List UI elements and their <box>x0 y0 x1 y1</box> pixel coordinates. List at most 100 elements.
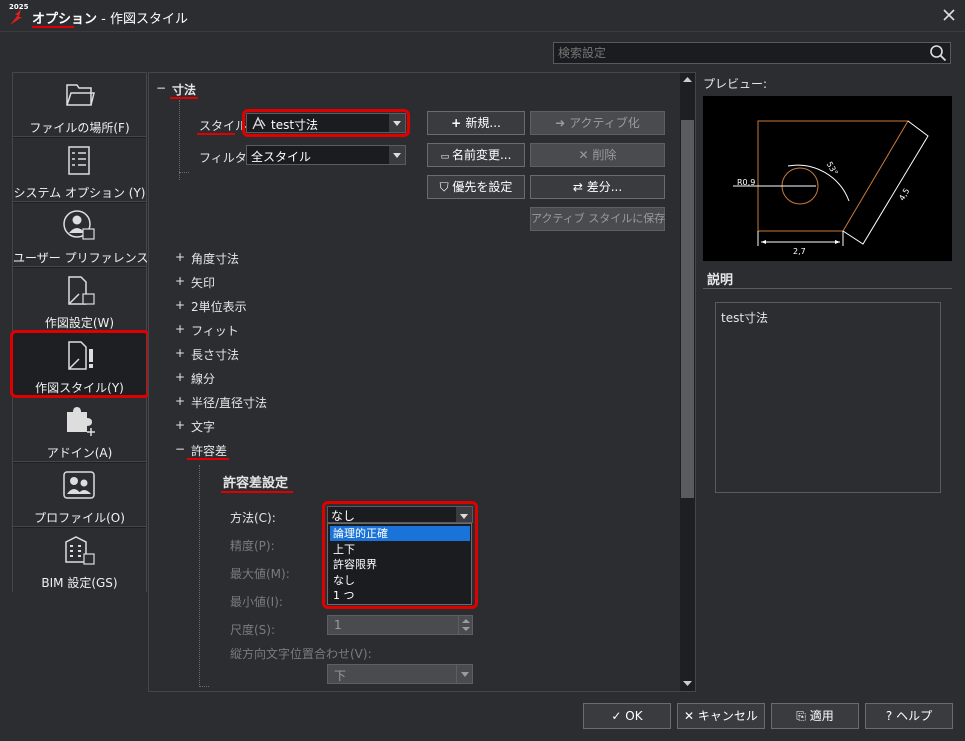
set-priority-button-label: 優先を設定 <box>452 180 513 194</box>
puzzle-icon <box>67 407 95 436</box>
tree-guide <box>179 100 180 180</box>
title-underline-annotation <box>32 26 74 28</box>
scale-stepper[interactable]: 1 <box>327 615 473 635</box>
close-icon: ✕ <box>684 709 698 723</box>
subsection-lines[interactable]: 線分 <box>191 370 215 387</box>
collapse-toggle-dimension[interactable]: − <box>156 81 166 95</box>
sidebar-item-bim-settings[interactable]: BIM 設定(GS) <box>13 528 146 592</box>
description-divider <box>703 288 952 289</box>
delete-x-icon: ✕ <box>578 148 593 162</box>
app-logo: 2025 <box>7 3 29 27</box>
active-item-highlight-annotation <box>10 330 150 398</box>
description-box: test寸法 <box>715 302 941 493</box>
chevron-down-icon[interactable] <box>389 146 405 164</box>
subsection-fit[interactable]: フィット <box>191 322 239 339</box>
expand-toggle[interactable]: + <box>175 250 185 264</box>
sidebar-item-label: プロファイル(O) <box>34 511 125 525</box>
sidebar-item-label: ユーザー プリファレンス(U) <box>13 251 167 265</box>
ok-button[interactable]: ✓ OK <box>583 703 671 729</box>
style-label-underline-annotation <box>197 133 235 135</box>
help-button[interactable]: ? ヘルプ <box>865 703 953 729</box>
plus-icon: + <box>451 116 466 130</box>
method-dropdown-highlight-annotation <box>322 501 478 609</box>
diff-icon: ⇄ <box>572 180 587 194</box>
sidebar-item-user-preferences[interactable]: ユーザー プリファレンス(U) <box>13 203 167 267</box>
style-select-highlight-annotation <box>242 109 410 137</box>
save-to-active-style-button[interactable]: アクティブ スタイルに保存 <box>530 207 665 231</box>
description-text: test寸法 <box>721 311 769 325</box>
apply-button[interactable]: ⎘ 適用 <box>771 703 859 729</box>
vertical-position-value: 下 <box>334 669 347 683</box>
set-priority-button[interactable]: ⛉ 優先を設定 <box>427 175 525 199</box>
vertical-position-label: 縦方向文字位置合わせ(V): <box>230 647 372 661</box>
sidebar-item-label: ファイルの場所(F) <box>29 121 130 135</box>
arrow-right-icon: ➜ <box>555 116 570 130</box>
preview-label: プレビュー: <box>703 77 768 91</box>
checklist-icon <box>68 146 90 175</box>
sidebar-item-addins[interactable]: アドイン(A) <box>13 398 146 462</box>
close-button[interactable] <box>938 4 960 26</box>
help-button-label: ヘルプ <box>896 709 933 723</box>
search-icon[interactable] <box>929 44 947 62</box>
expand-toggle[interactable]: + <box>175 322 185 336</box>
expand-toggle[interactable]: + <box>175 274 185 288</box>
chevron-down-icon[interactable] <box>456 665 472 683</box>
stepper-arrows-icon[interactable] <box>458 616 472 634</box>
sidebar-item-file-locations[interactable]: ファイルの場所(F) <box>13 73 146 137</box>
vertical-position-select[interactable]: 下 <box>327 664 473 684</box>
description-label: 説明 <box>707 273 734 288</box>
expand-toggle[interactable]: + <box>175 346 185 360</box>
subsection-angular[interactable]: 角度寸法 <box>191 250 239 267</box>
precision-label: 精度(P): <box>230 539 275 553</box>
preview-length-label: 2,7 <box>793 247 806 256</box>
filter-select[interactable]: 全スタイル <box>246 145 406 165</box>
scroll-down-arrow-icon[interactable] <box>681 679 694 689</box>
subsection-tolerance[interactable]: 許容差 <box>191 442 227 459</box>
collapse-toggle-tolerance[interactable]: − <box>175 442 185 456</box>
search-input[interactable] <box>554 43 924 63</box>
scroll-up-arrow-icon[interactable] <box>681 75 694 85</box>
diff-button-label: 差分... <box>586 180 623 194</box>
sidebar-item-label: システム オプション (Y) <box>13 186 146 200</box>
diff-button[interactable]: ⇄ 差分... <box>530 175 665 199</box>
sidebar-item-label: アドイン(A) <box>46 446 113 460</box>
new-style-button[interactable]: + 新規... <box>427 111 525 135</box>
cancel-button-label: キャンセル <box>697 709 758 723</box>
expand-toggle[interactable]: + <box>175 370 185 384</box>
drawing-settings-icon <box>68 276 95 305</box>
cancel-button[interactable]: ✕ キャンセル <box>677 703 765 729</box>
panel-scrollbar-thumb[interactable] <box>681 120 694 498</box>
logo-year: 2025 <box>9 3 29 11</box>
search-box[interactable] <box>553 42 951 64</box>
subsection-text[interactable]: 文字 <box>191 418 215 435</box>
close-icon <box>943 9 955 21</box>
tree-guide <box>199 686 209 687</box>
apply-button-label: 適用 <box>809 709 834 723</box>
max-value-label: 最大値(M): <box>230 567 290 581</box>
rename-button[interactable]: ▭ 名前変更... <box>427 143 525 167</box>
filter-label: フィルタ: <box>199 151 251 165</box>
min-value-label: 最小値(I): <box>230 595 283 609</box>
apply-icon: ⎘ <box>796 709 810 723</box>
subsection-linear[interactable]: 長さ寸法 <box>191 346 239 363</box>
dimension-underline-annotation <box>170 97 198 99</box>
subsection-alternate-units[interactable]: 2単位表示 <box>191 298 247 315</box>
sidebar-item-system-options[interactable]: システム オプション (Y) <box>13 138 146 202</box>
delete-button[interactable]: ✕ 削除 <box>530 143 665 167</box>
sidebar-item-profiles[interactable]: プロファイル(O) <box>13 463 146 527</box>
sidebar-item-drawing-settings[interactable]: 作図設定(W) <box>13 268 146 332</box>
expand-toggle[interactable]: + <box>175 394 185 408</box>
scale-value: 1 <box>334 618 342 632</box>
subsection-arrows[interactable]: 矢印 <box>191 274 215 291</box>
scale-label: 尺度(S): <box>230 623 276 637</box>
help-icon: ? <box>885 709 897 723</box>
window-title-bold: オプション <box>32 12 98 27</box>
expand-toggle[interactable]: + <box>175 298 185 312</box>
expand-toggle[interactable]: + <box>175 418 185 432</box>
ok-button-label: OK <box>625 709 643 723</box>
section-dimension[interactable]: 寸法 <box>172 81 196 98</box>
window-title-rest: - 作図スタイル <box>97 12 188 27</box>
activate-button[interactable]: ➜ アクティブ化 <box>530 111 665 135</box>
subsection-radius-diameter[interactable]: 半径/直径寸法 <box>191 394 267 411</box>
delete-button-label: 削除 <box>592 148 617 162</box>
